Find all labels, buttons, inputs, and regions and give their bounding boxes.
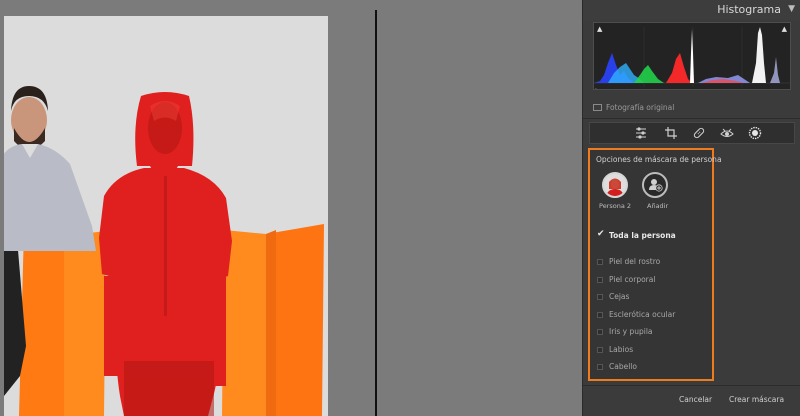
collapse-triangle-icon[interactable]: ▼: [788, 4, 795, 14]
checkbox[interactable]: [597, 312, 603, 318]
person-mask-options: Opciones de máscara de persona Persona 2…: [588, 148, 722, 381]
checkbox[interactable]: [597, 329, 603, 335]
option-eye-sclera[interactable]: Esclerótica ocular: [597, 309, 709, 321]
shadow-clipping-icon[interactable]: ▲: [597, 25, 602, 33]
option-eyebrows[interactable]: Cejas: [597, 291, 709, 303]
checkbox[interactable]: [597, 277, 603, 283]
option-label: Toda la persona: [609, 231, 676, 240]
option-label: Piel corporal: [609, 275, 656, 284]
checkbox[interactable]: [597, 294, 603, 300]
option-label: Cejas: [609, 292, 630, 301]
option-label: Esclerótica ocular: [609, 310, 676, 319]
photo-canvas[interactable]: [0, 0, 582, 416]
checkmark-icon[interactable]: ✔: [597, 229, 605, 239]
add-person-button[interactable]: [642, 172, 668, 198]
option-body-skin[interactable]: Piel corporal: [597, 274, 709, 286]
option-label: Cabello: [609, 362, 637, 371]
highlight-clipping-icon[interactable]: ▲: [782, 25, 787, 33]
original-photo-icon[interactable]: [593, 104, 602, 111]
histogram: ‑ ▲ ▲: [593, 22, 792, 91]
original-photo-label: Fotografía original: [606, 103, 675, 112]
option-hair[interactable]: Cabello: [597, 361, 709, 373]
panel-divider: [583, 118, 800, 119]
option-label: Iris y pupila: [609, 327, 653, 336]
right-panel: Histograma ▼ ‑ ▲ ▲ Fotografía original O…: [582, 0, 800, 416]
person-2-label: Persona 2: [599, 202, 632, 210]
tool-strip: [589, 122, 795, 144]
photo-preview[interactable]: [4, 16, 328, 416]
person-2-thumbnail[interactable]: [602, 172, 628, 198]
masking-icon[interactable]: [748, 126, 762, 140]
mask-options-title: Opciones de máscara de persona: [596, 155, 722, 164]
add-person-icon: [649, 179, 663, 192]
panel-divider: [583, 385, 800, 386]
histogram-graph: ‑: [594, 27, 792, 91]
split-divider[interactable]: [375, 10, 377, 416]
option-iris-pupil[interactable]: Iris y pupila: [597, 326, 709, 338]
checkbox[interactable]: [597, 259, 603, 265]
checkbox[interactable]: [597, 364, 603, 370]
histogram-title: Histograma: [717, 3, 781, 16]
option-label: Piel del rostro: [609, 257, 661, 266]
person-avatar: [604, 174, 626, 196]
option-whole-person[interactable]: ✔ Toda la persona: [597, 229, 709, 242]
histogram-header[interactable]: Histograma ▼: [583, 0, 800, 20]
option-face-skin[interactable]: Piel del rostro: [597, 256, 709, 268]
add-person-label: Añadir: [647, 202, 669, 210]
svg-text:‑: ‑: [595, 86, 597, 91]
create-mask-button[interactable]: Crear máscara: [729, 395, 784, 404]
checkbox[interactable]: [597, 347, 603, 353]
cancel-button[interactable]: Cancelar: [679, 395, 712, 404]
option-label: Labios: [609, 345, 634, 354]
photo-image: [4, 16, 328, 416]
edit-sliders-icon[interactable]: [634, 126, 648, 140]
red-eye-icon[interactable]: [720, 126, 734, 140]
option-lips[interactable]: Labios: [597, 344, 709, 356]
healing-icon[interactable]: [692, 126, 706, 140]
crop-icon[interactable]: [664, 126, 678, 140]
